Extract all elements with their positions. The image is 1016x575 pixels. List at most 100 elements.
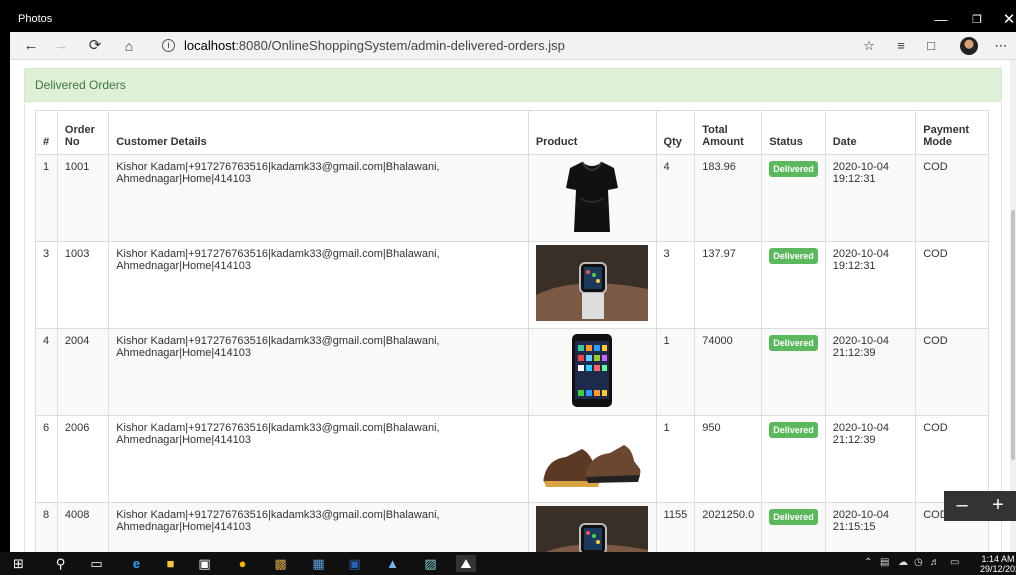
order-date: 2020-10-04 19:12:31 <box>824 241 917 329</box>
app-title: Photos <box>18 13 53 25</box>
header-order-no: Order No <box>56 110 110 155</box>
close-icon[interactable]: ✕ <box>994 10 1016 30</box>
table-row: 1 1001 Kishor Kadam|+917276763516|kadamk33… <box>35 154 989 242</box>
wifi-icon[interactable]: ◷ <box>914 557 923 568</box>
browser-toolbar: ← → ⟳ ⌂ i localhost:8080/OnlineShoppingS… <box>10 32 1016 60</box>
status-cell: Delivered <box>761 241 826 329</box>
search-icon[interactable]: ⚲ <box>52 555 69 572</box>
scrollbar-thumb[interactable] <box>1011 210 1015 460</box>
clock-time: 1:14 AM <box>981 554 1015 564</box>
restore-icon[interactable]: ❐ <box>962 10 992 30</box>
clock-date: 29/12/2020 <box>980 564 1016 574</box>
zoom-out-icon[interactable]: – <box>944 494 980 516</box>
customer-line1: Kishor Kadam|+917276763516|kadamk33@gmai… <box>116 509 440 521</box>
quantity: 1 <box>655 415 696 503</box>
customer-line2: Ahmednagar|Home|414103 <box>116 347 251 359</box>
collections-icon[interactable]: □ <box>920 35 942 57</box>
minimize-icon[interactable]: — <box>926 10 956 30</box>
total-amount: 137.97 <box>694 241 763 329</box>
chevron-up-icon[interactable]: ⌃ <box>864 557 872 568</box>
url-path: :8080/OnlineShoppingSystem/admin-deliver… <box>235 38 565 53</box>
forward-arrow-icon[interactable]: → <box>50 35 72 57</box>
row-number: 4 <box>35 328 58 416</box>
chrome-icon[interactable]: ● <box>234 555 251 572</box>
task-view-icon[interactable]: ▭ <box>88 555 105 572</box>
header-total: Total Amount <box>694 110 763 155</box>
panel-heading: Delivered Orders <box>24 68 1002 102</box>
quantity: 1 <box>655 328 696 416</box>
back-arrow-icon[interactable]: ← <box>20 35 42 57</box>
word-icon[interactable]: ▣ <box>346 555 363 572</box>
table-row: 4 2004 Kishor Kadam|+917276763516|kadamk33… <box>35 328 989 416</box>
product-image-smart-watch <box>536 245 649 321</box>
app-icon[interactable]: ▦ <box>310 555 327 572</box>
profile-avatar[interactable] <box>960 37 978 55</box>
favorite-star-icon[interactable]: ☆ <box>858 35 880 57</box>
date-value: 2020-10-04 <box>832 335 890 347</box>
url-host: localhost <box>184 38 236 53</box>
address-bar[interactable]: localhost:8080/OnlineShoppingSystem/admi… <box>184 38 565 53</box>
app-icon[interactable]: ▲ <box>384 555 401 572</box>
order-date: 2020-10-04 21:12:39 <box>824 328 917 416</box>
status-badge: Delivered <box>769 509 818 525</box>
edge-icon[interactable]: e <box>128 555 145 572</box>
header-num: # <box>35 110 58 155</box>
product-image-smart-watch <box>536 506 649 552</box>
customer-details: Kishor Kadam|+917276763516|kadamk33@gmai… <box>108 415 529 503</box>
row-number: 8 <box>35 502 58 552</box>
status-badge: Delivered <box>769 422 818 438</box>
network-icon[interactable]: ▤ <box>880 557 889 568</box>
quantity: 4 <box>655 154 696 242</box>
product-cell <box>527 415 657 503</box>
total-amount: 183.96 <box>694 154 763 242</box>
time-value: 21:12:39 <box>832 434 876 446</box>
customer-line2: Ahmednagar|Home|414103 <box>116 260 251 272</box>
header-status: Status <box>761 110 826 155</box>
photos-titlebar: Photos — ❐ ✕ <box>10 8 1016 32</box>
info-icon[interactable]: i <box>162 39 175 52</box>
customer-details: Kishor Kadam|+917276763516|kadamk33@gmai… <box>108 502 529 552</box>
favorites-list-icon[interactable]: ≡ <box>890 35 912 57</box>
windows-start-icon[interactable]: ⊞ <box>10 555 27 572</box>
header-product: Product <box>527 110 657 155</box>
payment-mode: COD <box>915 241 989 329</box>
status-cell: Delivered <box>761 328 826 416</box>
more-options-icon[interactable]: ⋯ <box>990 35 1012 57</box>
cloud-icon[interactable]: ☁ <box>898 557 908 568</box>
store-icon[interactable]: ▣ <box>196 555 213 572</box>
order-number: 2006 <box>56 415 110 503</box>
page-content: Delivered Orders # Order No Customer Det… <box>10 60 1016 552</box>
browser-window: ← → ⟳ ⌂ i localhost:8080/OnlineShoppingS… <box>10 32 1016 552</box>
product-cell <box>527 328 657 416</box>
vertical-scrollbar[interactable] <box>1010 60 1016 552</box>
app-icon[interactable]: ▩ <box>272 555 289 572</box>
table-header-row: # Order No Customer Details Product Qty … <box>35 110 989 155</box>
customer-details: Kishor Kadam|+917276763516|kadamk33@gmai… <box>108 241 529 329</box>
quantity: 3 <box>655 241 696 329</box>
customer-line2: Ahmednagar|Home|414103 <box>116 173 251 185</box>
system-clock[interactable]: 1:14 AM 29/12/2020 <box>980 554 1016 574</box>
notifications-icon[interactable]: ▭ <box>950 557 959 568</box>
app-icon[interactable]: ▨ <box>422 555 439 572</box>
customer-line2: Ahmednagar|Home|414103 <box>116 521 251 533</box>
zoom-in-icon[interactable]: + <box>980 494 1016 516</box>
order-number: 2004 <box>56 328 110 416</box>
payment-mode: COD <box>915 328 989 416</box>
volume-icon[interactable]: ♬ <box>930 557 940 568</box>
total-amount: 950 <box>694 415 763 503</box>
customer-line1: Kishor Kadam|+917276763516|kadamk33@gmai… <box>116 161 440 173</box>
product-image-shoes <box>536 419 648 495</box>
quantity: 1155 <box>655 502 696 552</box>
row-number: 1 <box>35 154 58 242</box>
header-qty: Qty <box>655 110 696 155</box>
photos-icon[interactable]: ⛰ <box>456 555 476 572</box>
order-date: 2020-10-04 21:12:39 <box>824 415 917 503</box>
header-customer: Customer Details <box>108 110 529 155</box>
file-explorer-icon[interactable]: ■ <box>162 555 179 572</box>
product-cell <box>527 154 657 242</box>
home-icon[interactable]: ⌂ <box>118 35 140 57</box>
date-value: 2020-10-04 <box>832 161 890 173</box>
table-row: 8 4008 Kishor Kadam|+917276763516|kadamk33… <box>35 502 989 552</box>
refresh-icon[interactable]: ⟳ <box>84 35 106 57</box>
panel-body: # Order No Customer Details Product Qty … <box>24 102 1002 552</box>
